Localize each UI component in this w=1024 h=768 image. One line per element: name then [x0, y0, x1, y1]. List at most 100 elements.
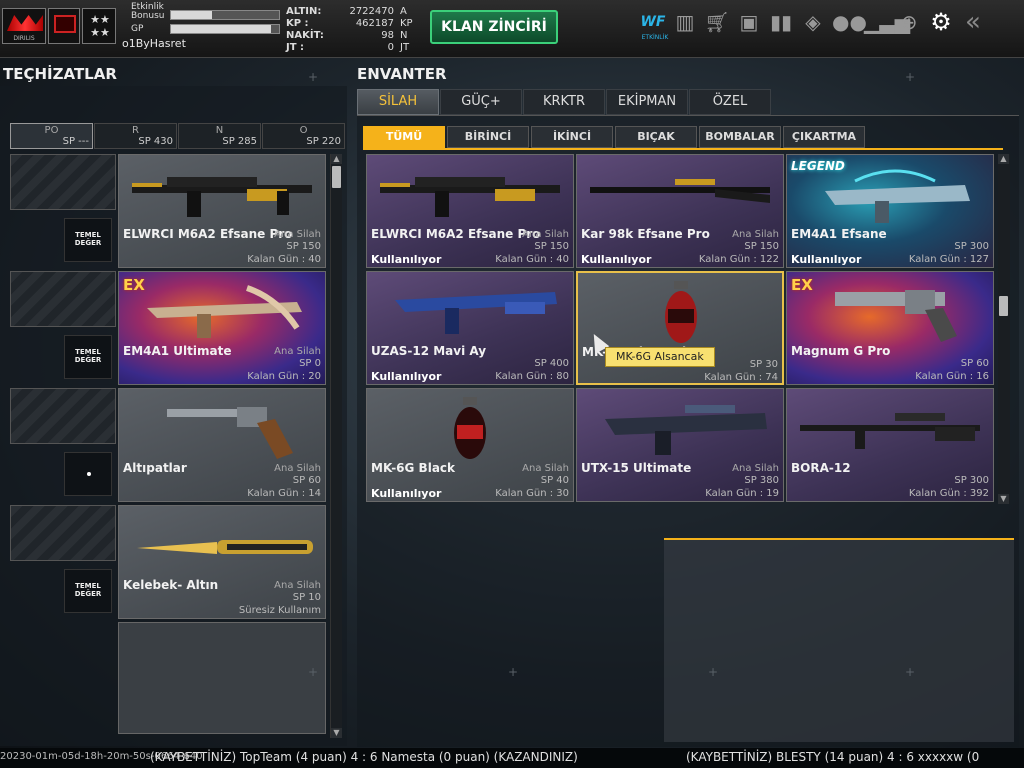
- top-bar: DIRILIS ★★ ★★ Etkinlik Bonusu GP o1ByHasr…: [0, 0, 1024, 58]
- shotgun-icon: [395, 292, 557, 334]
- left-scrollbar[interactable]: ▲ ▼: [330, 154, 342, 738]
- inventory-briefcase-icon[interactable]: ▣: [736, 8, 762, 36]
- inventory-item[interactable]: UZAS-12 Mavi Ay SP 400 Kalan Gün : 80 Ku…: [366, 271, 574, 385]
- item-days: Kalan Gün : 20: [247, 371, 321, 382]
- box-icon[interactable]: ◈: [800, 8, 826, 36]
- tab-silah[interactable]: SİLAH: [357, 89, 439, 115]
- scroll-up-icon[interactable]: ▲: [998, 154, 1009, 164]
- inventory-item[interactable]: LEGEND EM4A1 Efsane SP 300 Kalan Gün : 1…: [786, 154, 994, 268]
- in-use-label: Kullanılıyor: [371, 253, 442, 266]
- shop-cart-icon[interactable]: 🛒︎: [704, 8, 730, 36]
- clan-users-icon[interactable]: ●●: [832, 8, 867, 36]
- currency-row-nakit: NAKİT: 98 N: [286, 30, 422, 42]
- item-days: Kalan Gün : 80: [495, 371, 569, 382]
- tab-guc[interactable]: GÜÇ+: [440, 89, 522, 115]
- item-name: EM4A1 Ultimate: [123, 344, 232, 358]
- currency-label: NAKİT:: [286, 30, 324, 41]
- filter-tumu[interactable]: TÜMÜ: [363, 126, 445, 148]
- slot-thumbnail[interactable]: [10, 154, 116, 210]
- inventory-item[interactable]: BORA-12 SP 300 Kalan Gün : 392: [786, 388, 994, 502]
- tab-ekipman[interactable]: EKİPMAN: [606, 89, 688, 115]
- item-name: Altıpatlar: [123, 461, 187, 475]
- item-name: Kelebek- Altın: [123, 578, 219, 592]
- scroll-up-icon[interactable]: ▲: [331, 154, 342, 164]
- slot-thumbnail[interactable]: [10, 505, 116, 561]
- item-days: Kalan Gün : 30: [495, 488, 569, 499]
- globe-icon[interactable]: ⊕: [896, 8, 922, 36]
- equipped-card[interactable]: ELWRCI M6A2 Efsane Pro Ana Silah SP 150 …: [118, 154, 326, 268]
- inventory-scrollbar[interactable]: ▲ ▼: [998, 154, 1010, 504]
- item-sp: SP 150: [534, 241, 569, 252]
- temel-deger-badge[interactable]: TEMEL DEĞER: [64, 218, 112, 262]
- slot-thumbnail[interactable]: [10, 271, 116, 327]
- temel-deger-badge[interactable]: TEMEL DEĞER: [64, 569, 112, 613]
- wf-event-icon[interactable]: WF: [640, 8, 666, 36]
- slot-thumbnail[interactable]: [10, 388, 116, 444]
- bonus-progress-bar: [170, 10, 280, 20]
- klan-zinciri-button[interactable]: KLAN ZİNCİRİ: [430, 10, 558, 44]
- tab-krktr[interactable]: KRKTR: [523, 89, 605, 115]
- item-days: Kalan Gün : 14: [247, 488, 321, 499]
- item-sp: SP 0: [299, 358, 321, 369]
- currency-panel: ALTIN: 2722470 A KP : 462187 KP NAKİT: 9…: [286, 6, 422, 54]
- item-name: EM4A1 Efsane: [791, 227, 887, 241]
- gp-progress-bar: [170, 24, 280, 34]
- item-sp: SP 400: [534, 358, 569, 369]
- filter-bicak[interactable]: BIÇAK: [615, 126, 697, 148]
- inventory-item-selected[interactable]: MK-6G Alsancak SP 30 Kalan Gün : 74: [576, 271, 784, 385]
- inventory-item[interactable]: ELWRCI M6A2 Efsane Pro Ana Silah SP 150 …: [366, 154, 574, 268]
- item-days: Kalan Gün : 127: [908, 254, 989, 265]
- scroll-down-icon[interactable]: ▼: [998, 494, 1009, 504]
- gear-icon[interactable]: ⚙: [928, 8, 954, 36]
- inventory-item[interactable]: Kar 98k Efsane Pro Ana Silah SP 150 Kala…: [576, 154, 784, 268]
- filter-cikartma[interactable]: ÇIKARTMA: [783, 126, 865, 148]
- stars-icon: ★★ ★★: [90, 13, 110, 39]
- envanter-title: ENVANTER: [357, 65, 447, 83]
- tab-ozel[interactable]: ÖZEL: [689, 89, 771, 115]
- scroll-thumb[interactable]: [999, 296, 1008, 316]
- item-sp: SP 40: [540, 475, 569, 486]
- ranking-icon[interactable]: ▥: [672, 8, 698, 36]
- currency-row-jt: JT : 0 JT: [286, 42, 422, 54]
- sp-tab-po[interactable]: PO SP ---: [10, 123, 93, 149]
- equipped-card[interactable]: Altıpatlar Ana Silah SP 60 Kalan Gün : 1…: [118, 388, 326, 502]
- empty-slot[interactable]: [118, 622, 326, 734]
- back-icon[interactable]: «: [960, 8, 986, 36]
- grenade-icon: [665, 281, 697, 343]
- rifle-icon: [380, 177, 560, 217]
- sp-tab-o[interactable]: O SP 220: [262, 123, 345, 149]
- clan-logo-mark: [7, 15, 43, 31]
- weapons-rack-icon[interactable]: ▮▮: [768, 8, 794, 36]
- rank-emblem-mark: [54, 15, 76, 33]
- item-name: UTX-15 Ultimate: [581, 461, 692, 475]
- item-name: ELWRCI M6A2 Efsane Pro: [371, 227, 541, 241]
- inventory-item[interactable]: MK-6G Black Ana Silah SP 40 Kalan Gün : …: [366, 388, 574, 502]
- sp-tab-label: O: [299, 125, 308, 136]
- item-name: ELWRCI M6A2 Efsane Pro: [123, 227, 293, 241]
- rank-emblem[interactable]: [48, 8, 80, 44]
- equipped-card[interactable]: Kelebek- Altın Ana Silah SP 10 Süresiz K…: [118, 505, 326, 619]
- sp-tab-n[interactable]: N SP 285: [178, 123, 261, 149]
- inventory-item[interactable]: EX Magnum G Pro SP 60 Kalan Gün : 16: [786, 271, 994, 385]
- filter-ikinci[interactable]: İKİNCİ: [531, 126, 613, 148]
- sp-tab-r[interactable]: R SP 430: [94, 123, 177, 149]
- item-sp: SP 300: [954, 475, 989, 486]
- item-sp: SP 300: [954, 241, 989, 252]
- slot-indicator[interactable]: [64, 452, 112, 496]
- stars-badge[interactable]: ★★ ★★: [82, 8, 116, 44]
- scroll-down-icon[interactable]: ▼: [331, 728, 342, 738]
- stats-icon[interactable]: ▁▃▅: [864, 8, 910, 36]
- temel-deger-badge[interactable]: TEMEL DEĞER: [64, 335, 112, 379]
- inventory-item[interactable]: UTX-15 Ultimate Ana Silah SP 380 Kalan G…: [576, 388, 784, 502]
- rifle-icon: [132, 177, 312, 217]
- item-type: Ana Silah: [522, 229, 569, 240]
- filter-bombalar[interactable]: BOMBALAR: [699, 126, 781, 148]
- filter-birinci[interactable]: BİRİNCİ: [447, 126, 529, 148]
- clan-logo[interactable]: DIRILIS: [2, 8, 46, 44]
- username: o1ByHasret: [122, 37, 186, 50]
- equipped-card[interactable]: EX EM4A1 Ultimate Ana Silah SP 0 Kalan G…: [118, 271, 326, 385]
- sniper-rifle-icon: [800, 413, 980, 449]
- sp-tab-label: PO: [44, 125, 59, 136]
- item-name: UZAS-12 Mavi Ay: [371, 344, 487, 358]
- scroll-thumb[interactable]: [332, 166, 341, 188]
